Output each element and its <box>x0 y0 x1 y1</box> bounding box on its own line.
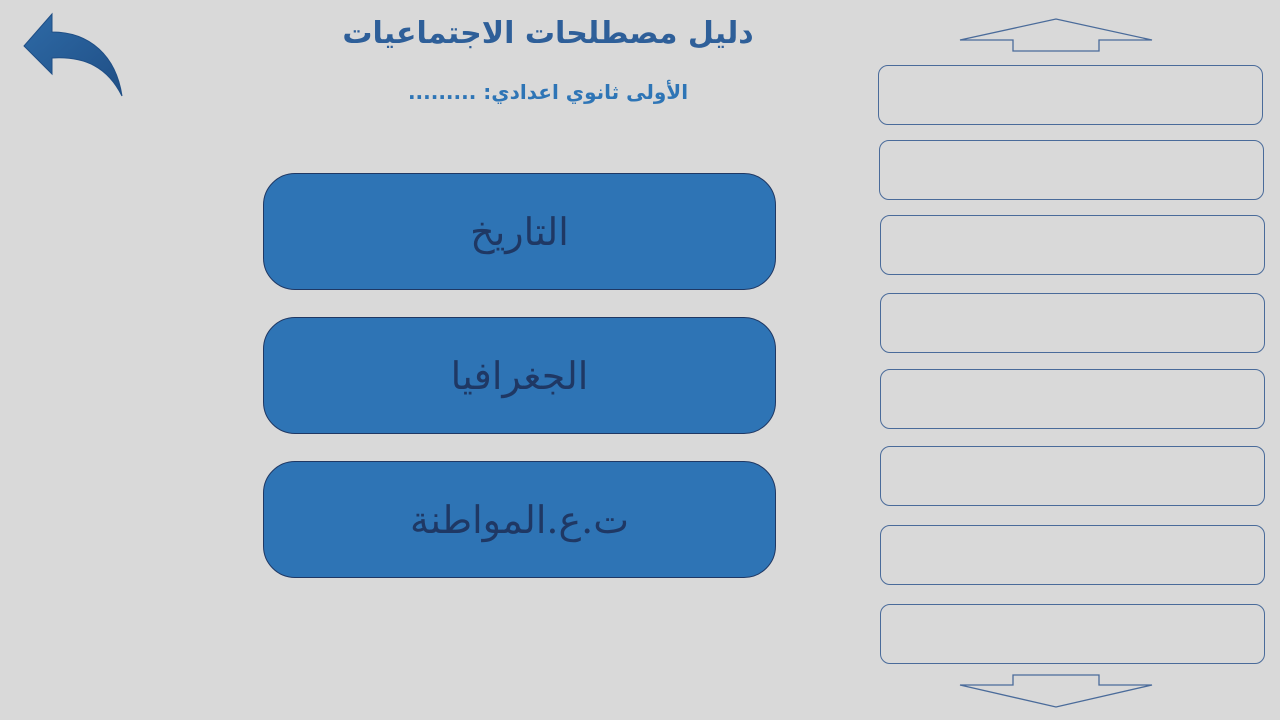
up-arrow-icon <box>959 18 1153 52</box>
scroll-up-button[interactable] <box>958 18 1154 52</box>
page-title: دليل مصطلحات الاجتماعيات <box>342 16 754 51</box>
citizenship-button[interactable]: ت.ع.المواطنة <box>263 461 776 578</box>
term-slot-3[interactable] <box>880 215 1265 275</box>
history-button-label: التاريخ <box>470 209 569 254</box>
term-slot-2[interactable] <box>879 140 1264 200</box>
geography-button[interactable]: الجغرافيا <box>263 317 776 434</box>
page-subtitle: الأولى ثانوي اعدادي: ......... <box>407 80 689 104</box>
term-slot-5[interactable] <box>880 369 1265 429</box>
term-slot-4[interactable] <box>880 293 1265 353</box>
term-slot-6[interactable] <box>880 446 1265 506</box>
scroll-down-button[interactable] <box>958 674 1154 708</box>
history-button[interactable]: التاريخ <box>263 173 776 290</box>
down-arrow-icon <box>959 674 1153 708</box>
term-slot-7[interactable] <box>880 525 1265 585</box>
back-button[interactable] <box>22 12 126 98</box>
term-slot-8[interactable] <box>880 604 1265 664</box>
term-slot-1[interactable] <box>878 65 1263 125</box>
geography-button-label: الجغرافيا <box>450 353 589 398</box>
citizenship-button-label: ت.ع.المواطنة <box>410 497 629 542</box>
curved-back-arrow-icon <box>23 12 123 97</box>
